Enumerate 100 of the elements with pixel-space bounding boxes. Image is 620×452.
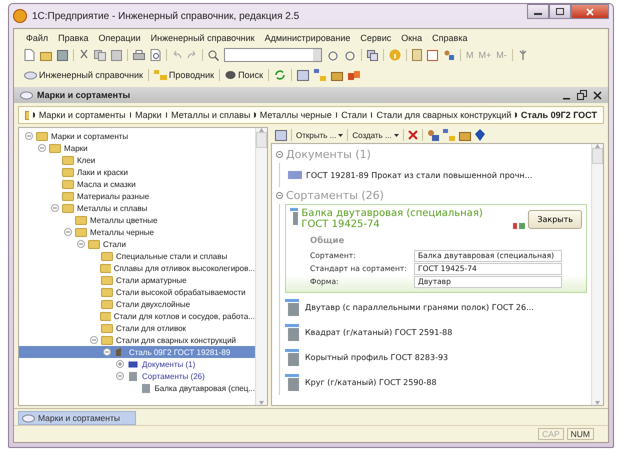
- search-field[interactable]: [224, 48, 322, 62]
- menu-item[interactable]: Справка: [432, 33, 468, 43]
- collapse-icon[interactable]: [90, 336, 98, 344]
- arrow-icon: [336, 112, 338, 118]
- tree-item[interactable]: Лаки и краски: [19, 166, 255, 178]
- collapse-icon[interactable]: [116, 372, 124, 380]
- tree-item[interactable]: Металлы цветные: [19, 214, 255, 226]
- close-card-button[interactable]: Закрыть: [528, 210, 582, 229]
- info-icon[interactable]: [389, 49, 401, 61]
- tree-item[interactable]: Клеи: [19, 154, 255, 166]
- delete-icon[interactable]: [408, 130, 418, 140]
- menu-item[interactable]: Сервис: [360, 33, 392, 43]
- tree-item[interactable]: Стали для котлов и сосудов, работа...: [19, 310, 255, 322]
- diamond-icon[interactable]: [474, 129, 485, 141]
- close-button[interactable]: [571, 4, 609, 19]
- tree-item[interactable]: Стали высокой обрабатываемости: [19, 286, 255, 298]
- menu-item[interactable]: Операции: [98, 33, 141, 43]
- menu-item[interactable]: Правка: [58, 33, 89, 43]
- folder-icon: [62, 179, 74, 189]
- folder-icon[interactable]: [458, 130, 471, 140]
- scroll-down-icon[interactable]: [259, 401, 264, 405]
- tree-item[interactable]: Материалы разные: [19, 190, 255, 202]
- windows-icon[interactable]: [367, 50, 378, 60]
- list-item-link[interactable]: ГОСТ 19281-89 Прокат из стали повышенной прочн...: [306, 170, 532, 180]
- tree-item[interactable]: Стали: [19, 238, 255, 250]
- collapse-icon[interactable]: [77, 240, 85, 248]
- breadcrumb-link[interactable]: Стали: [341, 110, 367, 120]
- redo-icon[interactable]: [187, 50, 197, 60]
- tree-item[interactable]: Сплавы для отливок высоколегиров...: [19, 262, 255, 274]
- breadcrumb-link[interactable]: Стали для сварных конструкций: [376, 110, 512, 120]
- refresh-icon[interactable]: [274, 69, 286, 81]
- breadcrumb-link[interactable]: Металлы и сплавы: [171, 110, 250, 120]
- hierarchy-icon[interactable]: [314, 69, 326, 81]
- new-document-icon[interactable]: [24, 49, 35, 61]
- profile-icon: [285, 374, 301, 392]
- toolbar-button[interactable]: Поиск: [225, 70, 264, 80]
- collapse-icon[interactable]: [25, 132, 33, 140]
- collapse-icon[interactable]: [51, 204, 59, 212]
- window-tab[interactable]: Марки и сортаменты: [18, 411, 136, 425]
- dropdown-button[interactable]: Открыть ...: [296, 130, 344, 140]
- minimize-button[interactable]: [527, 4, 549, 19]
- tree-item[interactable]: Специальные стали и сплавы: [19, 250, 255, 262]
- print-icon[interactable]: [133, 50, 145, 60]
- menu-item[interactable]: Окна: [401, 33, 422, 43]
- folder-icon[interactable]: [40, 50, 52, 60]
- tree-item[interactable]: Сортаменты (26): [19, 370, 255, 382]
- menu-item[interactable]: Администрирование: [264, 33, 350, 43]
- scrollbar[interactable]: [591, 144, 603, 405]
- blocks-icon[interactable]: [348, 70, 362, 80]
- close-button[interactable]: [593, 90, 602, 100]
- scrollbar[interactable]: [255, 128, 267, 405]
- toolbar-button[interactable]: Проводник: [154, 70, 214, 80]
- collapse-icon[interactable]: [64, 228, 72, 236]
- tree-item[interactable]: Марки и сортаменты: [19, 130, 255, 142]
- folder-icon[interactable]: [331, 70, 344, 80]
- expand-icon[interactable]: [116, 360, 124, 368]
- collapse-icon[interactable]: [276, 192, 283, 199]
- breadcrumb-link[interactable]: Марки и сортаменты: [38, 110, 126, 120]
- breadcrumb-link[interactable]: Сталь 09Г2 ГОСТ: [520, 110, 597, 120]
- restore-button[interactable]: [577, 90, 587, 100]
- search-icon[interactable]: [208, 50, 219, 60]
- tree-item[interactable]: Стали для отливок: [19, 322, 255, 334]
- tree-item[interactable]: Марки: [19, 142, 255, 154]
- list-item-link[interactable]: Корытный профиль ГОСТ 8283-93: [305, 353, 448, 362]
- folder-icon: [25, 110, 30, 120]
- toolbar-button[interactable]: Инженерный справочник: [24, 70, 143, 80]
- tree-item[interactable]: Стали двухслойные: [19, 298, 255, 310]
- tree-item[interactable]: Металлы и сплавы: [19, 202, 255, 214]
- tree-item[interactable]: Стали для сварных конструкций: [19, 334, 255, 346]
- breadcrumb-link[interactable]: Металлы черные: [260, 110, 332, 120]
- folder-icon: [100, 311, 111, 321]
- window-icon[interactable]: [297, 70, 310, 80]
- tree-item[interactable]: Масла и смазки: [19, 178, 255, 190]
- collapse-icon[interactable]: [38, 144, 46, 152]
- copy-icon[interactable]: [94, 50, 106, 60]
- maximize-button[interactable]: [549, 4, 571, 19]
- tree-item[interactable]: Металлы черные: [19, 226, 255, 238]
- close-icon: [586, 8, 594, 16]
- window-icon[interactable]: [275, 130, 287, 140]
- menu-item[interactable]: Файл: [26, 33, 48, 43]
- collapse-icon[interactable]: [276, 151, 283, 158]
- breadcrumb-link[interactable]: Марки: [135, 110, 162, 120]
- dropdown-button[interactable]: Создать ...: [352, 130, 399, 140]
- scrollbar-thumb[interactable]: [256, 132, 267, 148]
- hierarchy-icon[interactable]: [442, 129, 455, 141]
- tree-item[interactable]: Балка двутавровая (спец...: [19, 382, 255, 394]
- scrollbar-thumb[interactable]: [592, 148, 603, 164]
- list-item-link[interactable]: Двутавр (с параллельными гранями полок) ГОСТ 26...: [305, 303, 534, 312]
- list-item-link[interactable]: Квадрат (г/катаный) ГОСТ 2591-88: [305, 328, 452, 337]
- folder-icon: [36, 131, 48, 141]
- menu-item[interactable]: Инженерный справочник: [150, 33, 255, 43]
- cut-icon[interactable]: [79, 49, 89, 61]
- tree-item[interactable]: Документы (1): [19, 358, 255, 370]
- print-preview-icon[interactable]: [150, 49, 161, 61]
- tree-item[interactable]: Стали арматурные: [19, 274, 255, 286]
- list-item-link[interactable]: Круг (г/катаный) ГОСТ 2590-88: [305, 378, 437, 387]
- scroll-down-icon[interactable]: [595, 401, 600, 405]
- undo-icon[interactable]: [172, 50, 182, 60]
- arrow-icon: [130, 112, 132, 118]
- collapse-icon[interactable]: [103, 348, 111, 356]
